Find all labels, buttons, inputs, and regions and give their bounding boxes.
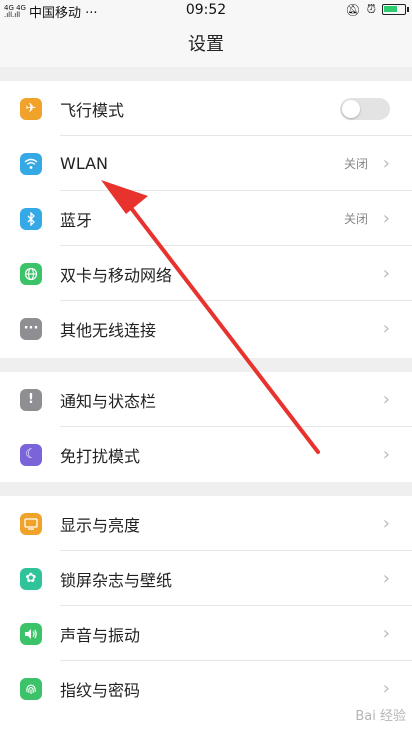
section-gap <box>0 67 412 81</box>
chevron-right-icon: › <box>382 623 390 644</box>
row-label: 显示与亮度 <box>60 515 141 535</box>
status-icons: 🔕︎ ⏰︎ <box>345 2 409 17</box>
section-gap <box>0 482 412 496</box>
flower-icon: ✿ <box>20 567 42 590</box>
bluetooth-icon <box>20 207 42 230</box>
settings-row-other-wireless[interactable]: ··· 其他无线连接 › <box>0 301 412 356</box>
row-label: 其他无线连接 <box>60 320 157 340</box>
more-icon: ··· <box>20 317 42 340</box>
watermark: Bai 经验 <box>355 709 406 724</box>
silent-icon: 🔕︎ <box>345 2 361 17</box>
settings-row-wlan[interactable]: WLAN 关闭 › <box>0 136 412 191</box>
section-gap <box>0 358 412 372</box>
chevron-right-icon: › <box>382 153 390 174</box>
row-label: 声音与振动 <box>60 625 141 645</box>
chevron-right-icon: › <box>382 389 390 410</box>
row-value: 关闭 <box>343 212 368 226</box>
chevron-right-icon: › <box>382 263 390 284</box>
row-label: 飞行模式 <box>60 100 125 120</box>
page-title: 设置 <box>0 22 412 67</box>
row-label: 免打扰模式 <box>60 446 141 466</box>
settings-row-dnd[interactable]: ☾ 免打扰模式 › <box>0 427 412 482</box>
moon-icon: ☾ <box>20 443 42 466</box>
chevron-right-icon: › <box>382 568 390 589</box>
globe-icon <box>20 262 42 285</box>
row-label: 蓝牙 <box>60 210 93 230</box>
alarm-icon: ⏰︎ <box>366 2 376 16</box>
display-icon <box>20 512 42 535</box>
battery-icon <box>382 4 409 15</box>
chevron-right-icon: › <box>382 318 390 339</box>
airplane-mode-toggle[interactable] <box>340 97 390 120</box>
settings-row-bluetooth[interactable]: 蓝牙 关闭 › <box>0 191 412 246</box>
fingerprint-icon <box>20 677 42 700</box>
chevron-right-icon: › <box>382 678 390 699</box>
wifi-icon <box>20 152 42 175</box>
row-label: WLAN <box>60 154 109 173</box>
exclamation-icon: ! <box>20 388 42 411</box>
settings-row-lockscreen[interactable]: ✿ 锁屏杂志与壁纸 › <box>0 551 412 606</box>
row-label: 通知与状态栏 <box>60 391 157 411</box>
airplane-icon: ✈ <box>20 97 42 120</box>
row-label: 锁屏杂志与壁纸 <box>60 570 173 590</box>
speaker-icon <box>20 622 42 645</box>
row-value: 关闭 <box>343 157 368 171</box>
status-bar: 4G 4G .ıll.ıll 中国移动 ··· 09:52 🔕︎ ⏰︎ <box>0 0 412 22</box>
chevron-right-icon: › <box>382 208 390 229</box>
chevron-right-icon: › <box>382 513 390 534</box>
settings-row-sound[interactable]: 声音与振动 › <box>0 606 412 661</box>
toggle-knob <box>342 99 360 118</box>
settings-row-notifications[interactable]: ! 通知与状态栏 › <box>0 372 412 427</box>
settings-row-airplane[interactable]: ✈ 飞行模式 <box>0 81 412 136</box>
settings-row-fingerprint[interactable]: 指纹与密码 › <box>0 661 412 716</box>
settings-row-dual-sim[interactable]: 双卡与移动网络 › <box>0 246 412 301</box>
row-label: 指纹与密码 <box>60 680 141 700</box>
row-label: 双卡与移动网络 <box>60 265 173 285</box>
settings-row-display[interactable]: 显示与亮度 › <box>0 496 412 551</box>
chevron-right-icon: › <box>382 444 390 465</box>
